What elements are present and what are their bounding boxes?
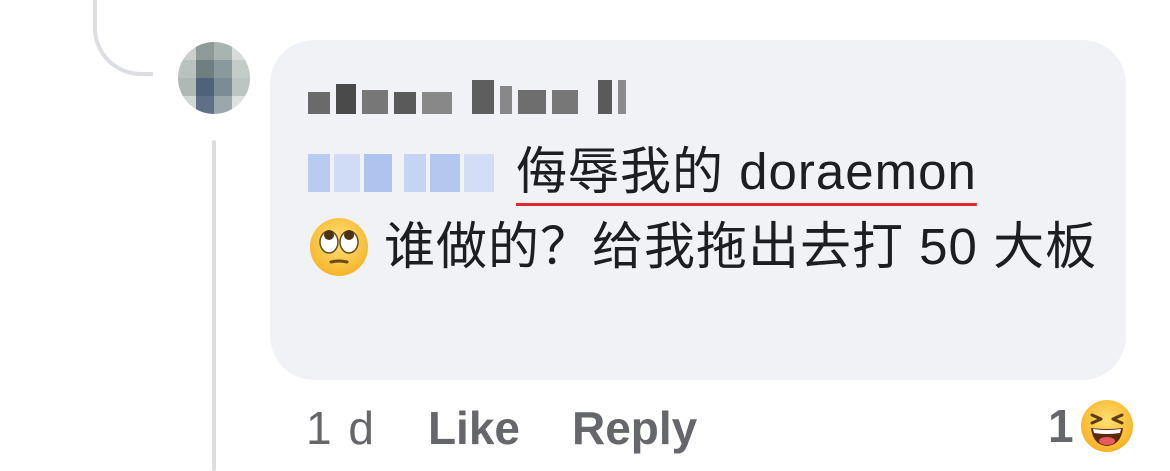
- comment-text: 侮辱我的 doraemon 谁做的？给我拖出去打 50 大板: [308, 134, 1098, 284]
- avatar[interactable]: [178, 42, 250, 114]
- comment-bubble: 侮辱我的 doraemon 谁做的？给我拖出去打 50 大板: [270, 40, 1126, 380]
- comment-timestamp[interactable]: 1 d: [306, 401, 376, 455]
- face-with-rolling-eyes-icon: [310, 217, 368, 276]
- like-button[interactable]: Like: [428, 401, 520, 455]
- thread-connector-curve: [93, 0, 153, 76]
- laughing-face-icon: [1080, 400, 1133, 452]
- comment-text-underlined: 侮辱我的 doraemon: [516, 143, 977, 200]
- comment-action-bar: 1 d Like Reply: [306, 398, 749, 458]
- reaction-summary[interactable]: 1: [1048, 396, 1134, 456]
- reply-button[interactable]: Reply: [572, 401, 697, 455]
- mentioned-user-tag[interactable]: [308, 148, 494, 192]
- comment-text-rest: 谁做的？给我拖出去打 50 大板: [384, 218, 1098, 275]
- reply-thread-line: [212, 140, 216, 471]
- comment-author-name[interactable]: [308, 77, 626, 117]
- reaction-count: 1: [1048, 400, 1074, 452]
